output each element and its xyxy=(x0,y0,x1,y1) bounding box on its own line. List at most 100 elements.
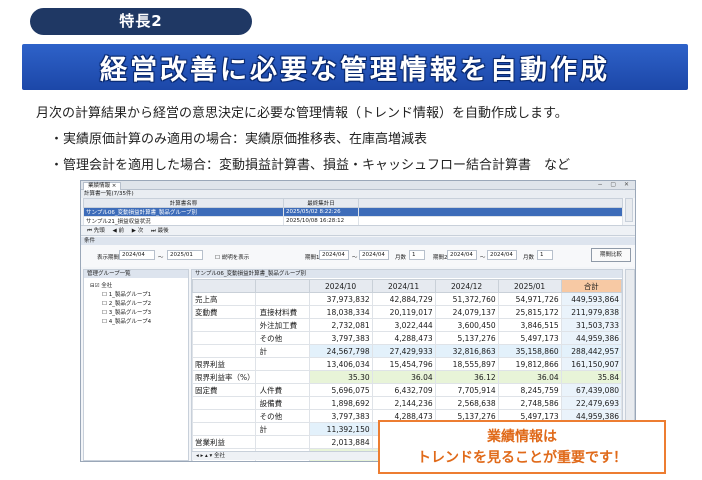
prev-button[interactable]: ◀ 前 xyxy=(112,228,124,234)
total-cell[interactable]: 22,479,693 xyxy=(560,396,623,410)
list-col-date[interactable]: 最終集計日 xyxy=(283,198,359,208)
description: 月次の計算結果から経営の意思決定に必要な管理情報（トレンド情報）を自動作成します… xyxy=(36,106,568,121)
col-header[interactable]: 2024/12 xyxy=(434,279,499,293)
period-to-input[interactable]: 2025/01 xyxy=(167,250,203,260)
months1-input[interactable]: 1 xyxy=(409,250,425,260)
value-cell[interactable]: 3,022,444 xyxy=(371,318,436,332)
value-cell[interactable]: 36.12 xyxy=(434,370,499,384)
value-cell[interactable]: 36.04 xyxy=(497,370,562,384)
value-cell[interactable]: 2,748,586 xyxy=(497,396,562,410)
value-cell[interactable]: 15,454,796 xyxy=(371,357,436,371)
value-cell[interactable]: 25,815,172 xyxy=(497,305,562,319)
row-item: 直接材料費 xyxy=(254,305,310,319)
col-header[interactable]: 2025/01 xyxy=(497,279,562,293)
total-cell[interactable]: 35.84 xyxy=(560,370,623,384)
value-cell[interactable]: 5,137,276 xyxy=(434,331,499,345)
period1-to-select[interactable]: 2024/04 xyxy=(359,250,389,260)
value-cell[interactable]: 27,429,933 xyxy=(371,344,436,358)
value-cell[interactable]: 20,119,017 xyxy=(371,305,436,319)
value-cell[interactable]: 2,732,081 xyxy=(308,318,373,332)
value-cell[interactable]: 18,038,334 xyxy=(308,305,373,319)
col-header[interactable]: 2024/10 xyxy=(308,279,373,293)
total-cell[interactable]: 44,959,386 xyxy=(560,331,623,345)
value-cell[interactable]: 35,158,860 xyxy=(497,344,562,358)
window-controls-icon[interactable]: − ▢ ✕ xyxy=(597,181,632,188)
list-scrollbar[interactable] xyxy=(625,198,633,222)
period1-from-select[interactable]: 2024/04 xyxy=(319,250,349,260)
total-cell[interactable]: 67,439,080 xyxy=(560,383,623,397)
value-cell[interactable]: 13,406,034 xyxy=(308,357,373,371)
table-row[interactable]: 固定費 人件費 5,696,075 6,432,709 7,705,914 8,245,7… xyxy=(192,383,623,397)
next-button[interactable]: ▶ 次 xyxy=(132,228,144,234)
value-cell[interactable]: 19,812,866 xyxy=(497,357,562,371)
tree-item-group1[interactable]: ☐ 1_製品グループ1 xyxy=(102,290,151,298)
management-group-panel: 管理グループ一覧 ⊟☑ 全社 ☐ 1_製品グループ1 ☐ 2_製品グループ2 ☐… xyxy=(83,269,189,461)
total-cell[interactable]: 211,979,838 xyxy=(560,305,623,319)
period-compare-button[interactable]: 期間比較 xyxy=(591,248,631,262)
value-cell[interactable]: 7,705,914 xyxy=(434,383,499,397)
table-row[interactable]: 売上高 37,973,832 42,884,729 51,372,760 54,971,… xyxy=(192,292,623,306)
table-row[interactable]: 計 24,567,798 27,429,933 32,816,863 35,158,86… xyxy=(192,344,623,358)
value-cell[interactable]: 18,555,897 xyxy=(434,357,499,371)
table-row[interactable]: 変動費 直接材料費 18,038,334 20,119,017 24,079,137 25… xyxy=(192,305,623,319)
total-cell[interactable]: 31,503,733 xyxy=(560,318,623,332)
show-desc-checkbox[interactable]: ☐ 説明を表示 xyxy=(215,253,249,261)
value-cell[interactable]: 51,372,760 xyxy=(434,292,499,306)
table-row[interactable]: 限界利益率（%） 35.30 36.04 36.12 36.04 35.84 xyxy=(192,370,623,384)
display-period-label: 表示期間 xyxy=(97,255,120,261)
period2-to-select[interactable]: 2024/04 xyxy=(487,250,517,260)
tree-item-group4[interactable]: ☐ 4_製品グループ4 xyxy=(102,317,151,325)
row-item xyxy=(254,370,310,384)
value-cell[interactable]: 35.30 xyxy=(308,370,373,384)
value-cell[interactable]: 3,600,450 xyxy=(434,318,499,332)
value-cell[interactable]: 2,013,884 xyxy=(308,435,373,449)
value-cell[interactable]: 6,432,709 xyxy=(371,383,436,397)
row-category: 限界利益率（%） xyxy=(192,370,256,384)
total-cell[interactable]: 288,442,957 xyxy=(560,344,623,358)
value-cell[interactable]: 2,144,236 xyxy=(371,396,436,410)
value-cell[interactable]: 36.04 xyxy=(371,370,436,384)
period2-from-select[interactable]: 2024/04 xyxy=(447,250,477,260)
value-cell[interactable]: 2,568,638 xyxy=(434,396,499,410)
value-cell[interactable]: 3,797,383 xyxy=(308,331,373,345)
table-row[interactable]: サンプル06_変動損益計算書_製品グループ別 2025/05/02 8:22:2… xyxy=(83,207,623,217)
tree-item-group2[interactable]: ☐ 2_製品グループ2 xyxy=(102,299,151,307)
value-cell[interactable]: 3,797,383 xyxy=(308,409,373,423)
last-button[interactable]: ⏭ 最後 xyxy=(151,228,169,234)
table-row[interactable]: 限界利益 13,406,034 15,454,796 18,555,897 19,812… xyxy=(192,357,623,371)
total-cell[interactable]: 449,593,864 xyxy=(560,292,623,306)
table-row[interactable]: その他 3,797,383 4,288,473 5,137,276 5,497,173 4… xyxy=(192,331,623,345)
row-category: 固定費 xyxy=(192,383,256,397)
table-row[interactable]: 設備費 1,898,692 2,144,236 2,568,638 2,748,586 2… xyxy=(192,396,623,410)
tree-item-group3[interactable]: ☐ 3_製品グループ3 xyxy=(102,308,151,316)
value-cell[interactable]: 37,973,832 xyxy=(308,292,373,306)
app-tabstrip: 業績情報 × − ▢ ✕ xyxy=(81,181,635,190)
value-cell[interactable]: 32,816,863 xyxy=(434,344,499,358)
table-row[interactable]: 外注加工費 2,732,081 3,022,444 3,600,450 3,846,51… xyxy=(192,318,623,332)
value-cell[interactable]: 42,884,729 xyxy=(371,292,436,306)
statement-list-table: 計算書名称 最終集計日 サンプル06_変動損益計算書_製品グループ別 2025/… xyxy=(83,198,623,226)
value-cell[interactable]: 4,288,473 xyxy=(371,331,436,345)
app-tab-performance[interactable]: 業績情報 × xyxy=(83,182,122,190)
value-cell[interactable]: 54,971,726 xyxy=(497,292,562,306)
total-cell[interactable]: 161,150,907 xyxy=(560,357,623,371)
row-item: 人件費 xyxy=(254,383,310,397)
value-cell[interactable]: 1,898,692 xyxy=(308,396,373,410)
callout-line1: 業績情報は xyxy=(487,429,557,445)
col-header-total[interactable]: 合計 xyxy=(560,279,623,293)
condition-bar: 表示期間 2024/04 〜 2025/01 ☐ 説明を表示 期間1 2024/… xyxy=(81,245,635,267)
value-cell[interactable]: 8,245,759 xyxy=(497,383,562,397)
first-button[interactable]: ⏮ 先頭 xyxy=(87,228,105,234)
period1-label: 期間1 xyxy=(305,255,320,261)
value-cell[interactable]: 5,696,075 xyxy=(308,383,373,397)
value-cell[interactable]: 5,497,173 xyxy=(497,331,562,345)
months2-input[interactable]: 1 xyxy=(537,250,553,260)
list-col-name[interactable]: 計算書名称 xyxy=(83,198,284,208)
value-cell[interactable]: 24,079,137 xyxy=(434,305,499,319)
tree-item-all[interactable]: ⊟☑ 全社 xyxy=(90,281,112,289)
col-header[interactable]: 2024/11 xyxy=(371,279,436,293)
value-cell[interactable]: 11,392,150 xyxy=(308,422,373,436)
value-cell[interactable]: 3,846,515 xyxy=(497,318,562,332)
period-from-input[interactable]: 2024/04 xyxy=(119,250,155,260)
value-cell[interactable]: 24,567,798 xyxy=(308,344,373,358)
